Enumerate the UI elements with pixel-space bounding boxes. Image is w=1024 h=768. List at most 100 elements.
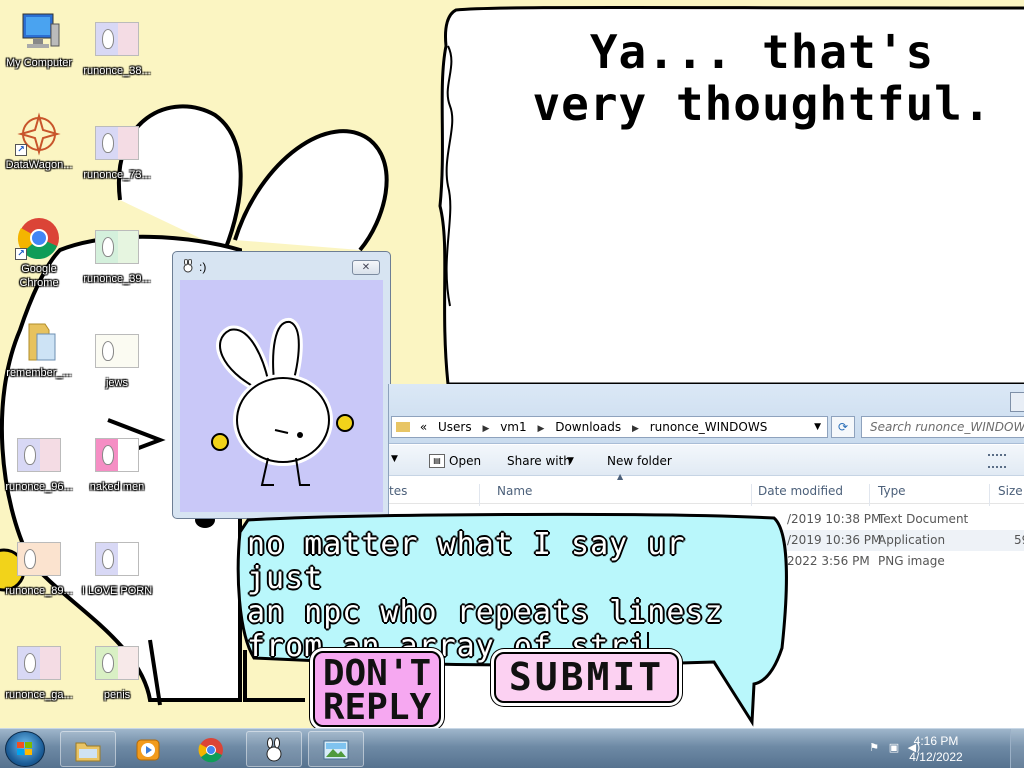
column-headers: tes Name ▲ Date modified Type Size xyxy=(389,472,1024,506)
taskbar: ⚑ ▣ ◀) 4:16 PM 4/12/2022 xyxy=(0,728,1024,768)
desktop-icon-remember[interactable]: remember_... xyxy=(0,320,78,380)
desktop-icon-runonce-38[interactable]: runonce_38... xyxy=(78,18,156,78)
speech-bubble-text: Ya... that's very thoughtful. xyxy=(532,25,992,131)
desktop-icon-label: Google Chrome xyxy=(19,263,59,289)
desktop-icon-datawagon[interactable]: ↗ DataWagon... xyxy=(0,112,78,172)
desktop-icon-label: naked men xyxy=(89,481,145,493)
dont-reply-label-line1: DON'T xyxy=(322,653,432,694)
reply-line-2: an npc who repeats linesz xyxy=(247,595,724,630)
computer-icon xyxy=(15,10,63,54)
datawagon-icon: ↗ xyxy=(15,112,63,156)
desktop-icon-label: runonce_ga... xyxy=(5,689,73,701)
window-titlebar[interactable]: :) ✕ xyxy=(173,252,390,280)
folder-icon xyxy=(396,422,410,432)
submit-button[interactable]: SUBMIT xyxy=(494,652,679,703)
desktop-icon-google-chrome[interactable]: ↗ Google Chrome xyxy=(0,216,78,290)
shortcut-arrow-icon: ↗ xyxy=(15,144,27,156)
clock-date: 4/12/2022 xyxy=(909,750,963,764)
image-thumbnail-icon xyxy=(15,538,63,582)
taskbar-media-player-button[interactable] xyxy=(120,731,176,767)
taskbar-bunny-app-button[interactable] xyxy=(246,731,302,767)
view-options-icon[interactable] xyxy=(988,454,1006,468)
image-thumbnail-icon xyxy=(93,18,141,62)
file-type: Text Document xyxy=(878,512,969,526)
bunny-popup-window[interactable]: :) ✕ xyxy=(172,251,391,519)
file-type: PNG image xyxy=(878,554,945,568)
breadcrumb-downloads[interactable]: Downloads xyxy=(555,420,621,434)
desktop-icon-naked-men[interactable]: naked men xyxy=(78,434,156,494)
desktop-icon-i-love-porn[interactable]: I LOVE PORN xyxy=(78,538,156,598)
refresh-button[interactable]: ⟳ xyxy=(831,416,855,438)
explorer-header: « Users ▶ vm1 ▶ Downloads ▶ runonce_WIND… xyxy=(389,384,1024,444)
reply-line-1: no matter what I say ur just xyxy=(247,527,686,596)
image-thumbnail-icon xyxy=(15,642,63,686)
desktop-icon-runonce-73[interactable]: runonce_73... xyxy=(78,122,156,182)
desktop-icon-label: jews xyxy=(105,377,128,389)
taskbar-chrome-button[interactable] xyxy=(183,731,239,767)
media-player-icon xyxy=(136,739,160,761)
action-center-flag-icon[interactable]: ⚑ xyxy=(866,741,882,755)
desktop-icon-label: runonce_73... xyxy=(83,169,151,181)
search-input[interactable]: Search runonce_WINDOWS xyxy=(861,416,1024,438)
clock[interactable]: 4:16 PM 4/12/2022 xyxy=(896,733,976,765)
chevron-right-icon[interactable]: ▶ xyxy=(537,424,544,434)
column-header-name[interactable]: Name xyxy=(497,484,532,498)
column-header-type[interactable]: Type xyxy=(878,484,906,498)
file-date: 2022 3:56 PM xyxy=(787,554,870,568)
desktop-icon-runonce-39[interactable]: runonce_39... xyxy=(78,226,156,286)
window-control-button[interactable] xyxy=(1010,392,1024,412)
open-icon: ▤ xyxy=(429,454,445,468)
column-divider xyxy=(989,484,990,506)
reply-text-input[interactable]: no matter what I say ur just an npc who … xyxy=(247,528,767,664)
new-folder-button[interactable]: New folder xyxy=(607,454,672,468)
image-thumbnail-icon xyxy=(93,642,141,686)
favorites-header[interactable]: tes xyxy=(389,484,407,498)
chevron-down-icon[interactable]: ▼ xyxy=(391,454,398,464)
dont-reply-label-line2: REPLY xyxy=(322,687,432,728)
file-type: Application xyxy=(878,533,946,547)
desktop-icon-my-computer[interactable]: My Computer xyxy=(0,10,78,70)
image-thumbnail-icon xyxy=(15,434,63,478)
chevron-right-icon[interactable]: ▶ xyxy=(482,424,489,434)
desktop-icon-runonce-ga[interactable]: runonce_ga... xyxy=(0,642,78,702)
breadcrumb-vm1[interactable]: vm1 xyxy=(500,420,526,434)
taskbar-image-viewer-button[interactable] xyxy=(308,731,364,767)
desktop-icon-jews[interactable]: jews xyxy=(78,330,156,390)
chrome-icon xyxy=(198,738,223,763)
breadcrumb-runonce-windows[interactable]: runonce_WINDOWS xyxy=(650,420,768,434)
desktop-icon-runonce-96[interactable]: runonce_96... xyxy=(0,434,78,494)
share-with-button[interactable]: Share with xyxy=(507,454,571,468)
bunny-app-icon xyxy=(183,259,193,273)
breadcrumb-prefix[interactable]: « xyxy=(420,420,427,434)
dont-reply-button[interactable]: DON'T REPLY xyxy=(313,651,441,727)
chrome-icon: ↗ xyxy=(15,216,63,260)
desktop-icon-label: runonce_89... xyxy=(5,585,73,597)
chevron-right-icon[interactable]: ▶ xyxy=(632,424,639,434)
bunny-character-view xyxy=(180,280,383,512)
explorer-toolbar: ▼ ▤ Open Share with ▼ New folder xyxy=(389,445,1024,476)
column-header-date-modified[interactable]: Date modified xyxy=(758,484,843,498)
image-viewer-icon xyxy=(323,740,349,760)
chevron-down-icon[interactable]: ▼ xyxy=(567,456,574,466)
desktop-icon-label: penis xyxy=(103,689,131,701)
desktop-icon-label: runonce_39... xyxy=(83,273,151,285)
file-date: /2019 10:38 PM xyxy=(787,512,882,526)
file-date: /2019 10:36 PM xyxy=(787,533,882,547)
show-desktop-button[interactable] xyxy=(1010,729,1024,768)
window-title: :) xyxy=(199,260,207,274)
desktop-icon-runonce-89[interactable]: runonce_89... xyxy=(0,538,78,598)
chevron-down-icon[interactable]: ▼ xyxy=(814,417,821,437)
taskbar-explorer-button[interactable] xyxy=(60,731,116,767)
address-bar[interactable]: « Users ▶ vm1 ▶ Downloads ▶ runonce_WIND… xyxy=(391,416,828,438)
desktop-icon-penis[interactable]: penis xyxy=(78,642,156,702)
shortcut-arrow-icon: ↗ xyxy=(15,248,27,260)
open-button[interactable]: Open xyxy=(449,454,481,468)
close-button[interactable]: ✕ xyxy=(352,260,380,275)
system-tray: ⚑ ▣ ◀) 4:16 PM 4/12/2022 xyxy=(844,729,1024,768)
breadcrumb-users[interactable]: Users xyxy=(438,420,472,434)
desktop-icon-label: I LOVE PORN xyxy=(81,585,153,597)
column-divider xyxy=(479,484,480,506)
start-button[interactable] xyxy=(5,731,45,767)
column-header-size[interactable]: Size xyxy=(998,484,1023,498)
sort-arrow-icon: ▲ xyxy=(617,472,624,481)
